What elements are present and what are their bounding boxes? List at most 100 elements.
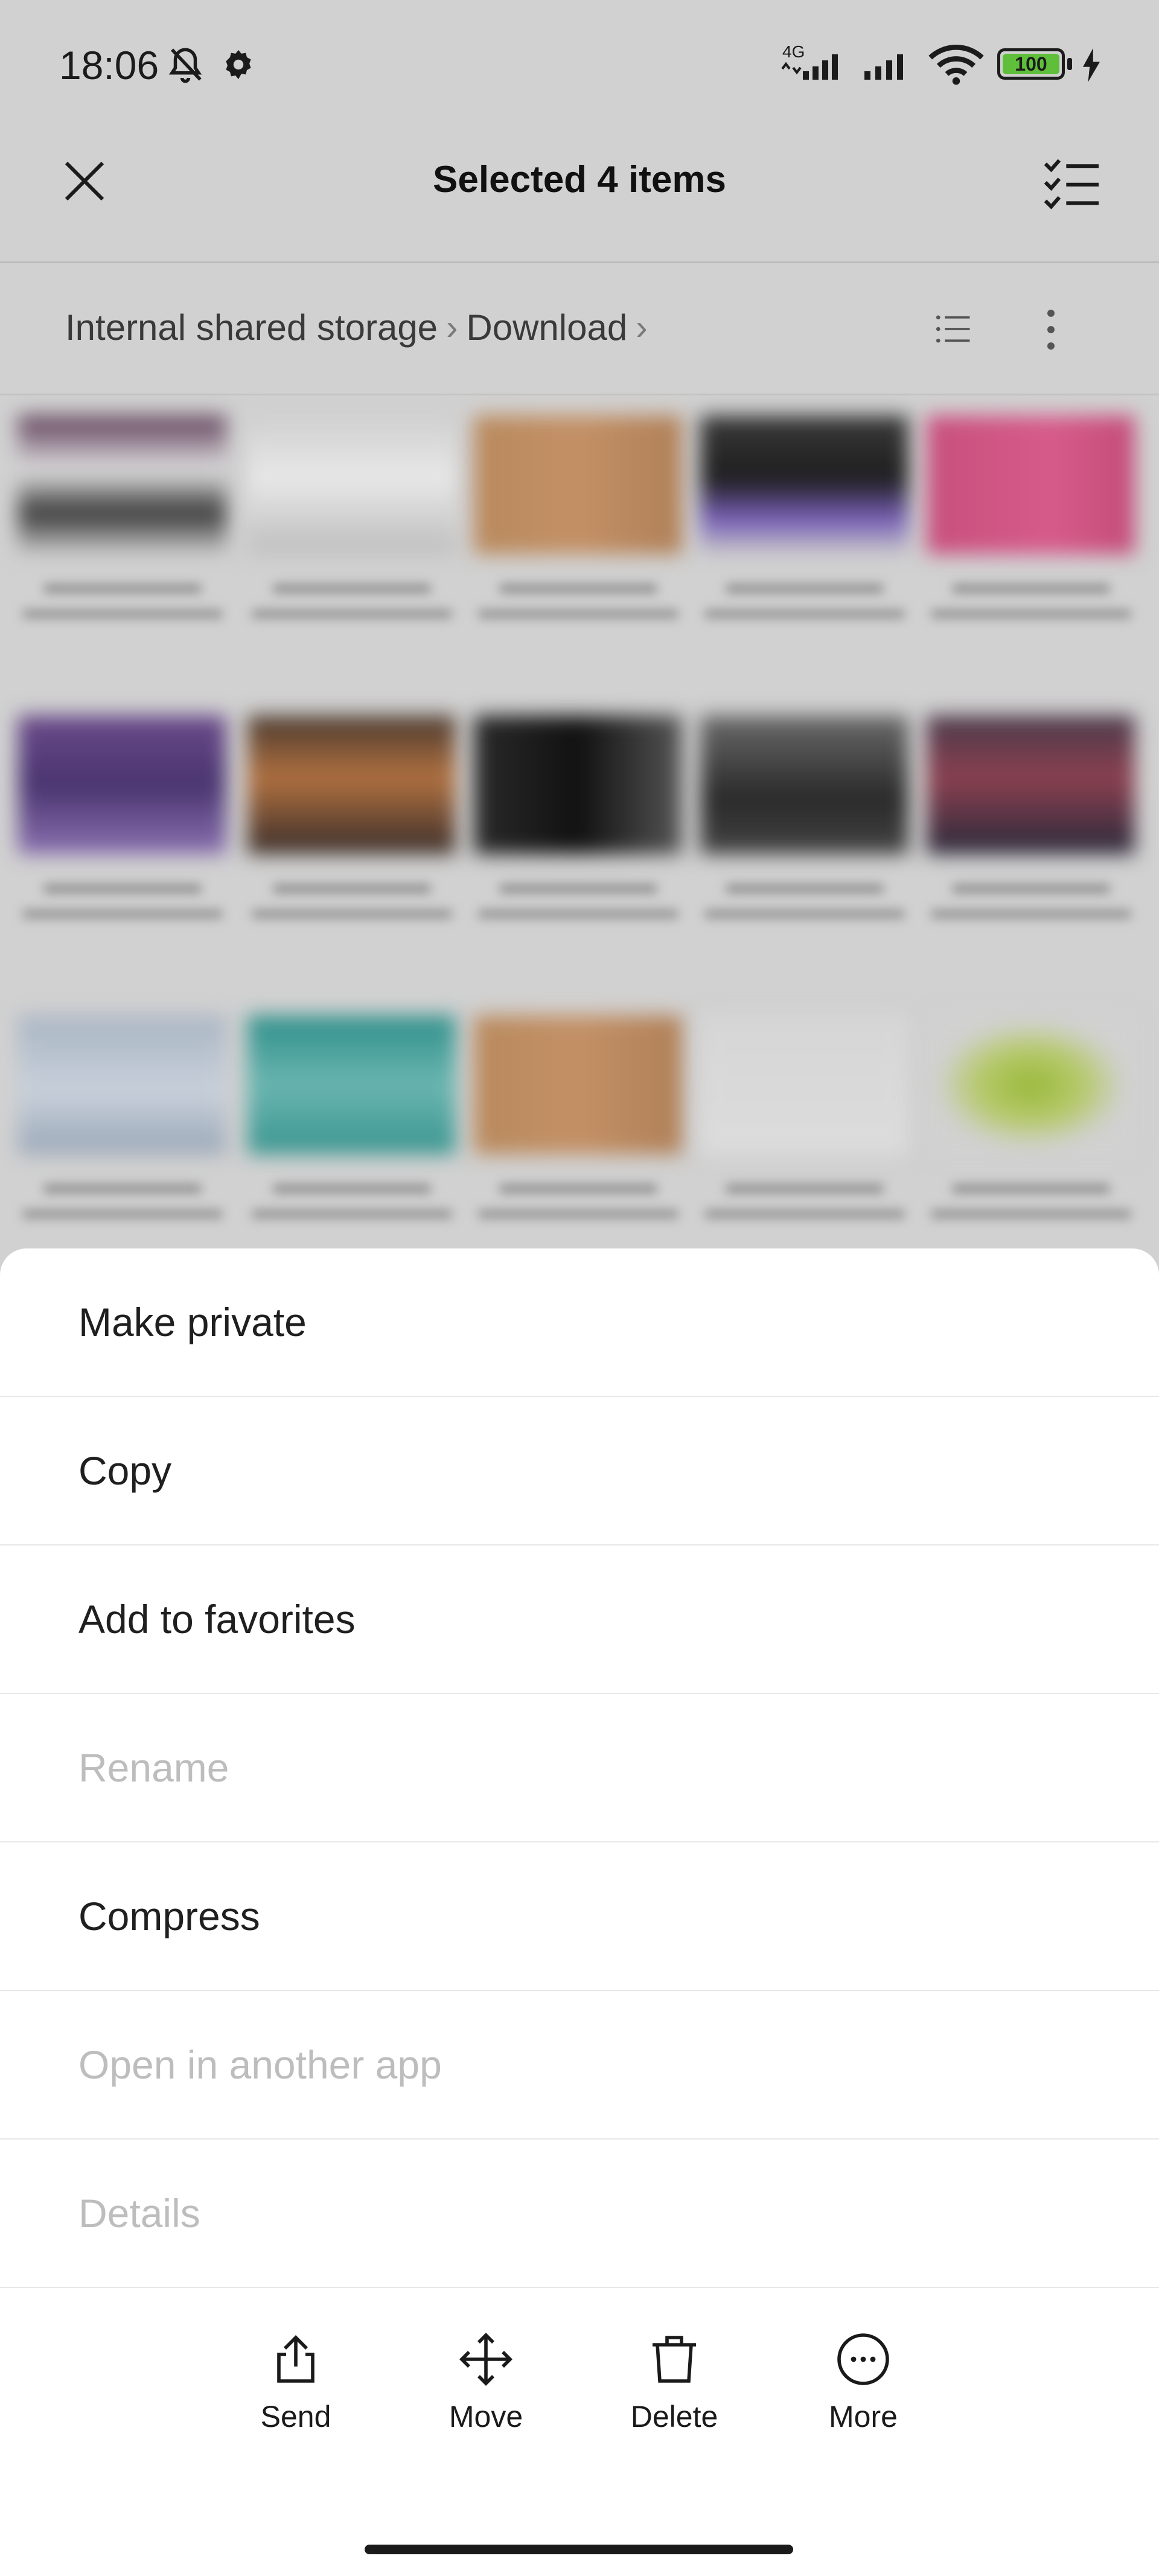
- file-item[interactable]: [700, 1015, 908, 1218]
- file-thumbnail: [247, 1015, 456, 1154]
- wifi-icon: [928, 45, 984, 85]
- status-bar: 18:06 4G 100: [0, 0, 1159, 127]
- file-caption: [931, 610, 1131, 618]
- file-item[interactable]: [247, 715, 456, 918]
- breadcrumb-item-download[interactable]: Download: [466, 307, 627, 348]
- file-caption: [499, 1184, 657, 1193]
- file-item[interactable]: [474, 1015, 682, 1218]
- file-caption: [704, 610, 904, 618]
- file-caption: [931, 1210, 1131, 1218]
- file-caption: [478, 610, 678, 618]
- file-thumbnail: [247, 715, 456, 854]
- file-thumbnail: [700, 1015, 908, 1154]
- file-grid: [0, 411, 1159, 1256]
- status-time: 18:06: [59, 43, 159, 88]
- file-caption: [931, 910, 1131, 918]
- file-item[interactable]: [247, 415, 456, 618]
- move-button[interactable]: Move: [407, 2330, 564, 2434]
- menu-item-open-in-another-app: Open in another app: [0, 1991, 1159, 2140]
- breadcrumb-item-storage[interactable]: Internal shared storage: [65, 307, 438, 348]
- divider: [0, 261, 1159, 263]
- file-item[interactable]: [18, 1015, 226, 1218]
- file-thumbnail: [18, 715, 226, 854]
- file-thumbnail: [474, 415, 682, 554]
- send-icon: [277, 2335, 314, 2383]
- file-caption: [22, 1210, 222, 1218]
- file-caption: [478, 1210, 678, 1218]
- file-thumbnail: [18, 1015, 226, 1154]
- file-caption: [273, 884, 430, 893]
- home-indicator[interactable]: [365, 2545, 793, 2554]
- file-thumbnail: [700, 715, 908, 854]
- menu-item-rename: Rename: [0, 1694, 1159, 1843]
- more-button[interactable]: More: [785, 2330, 942, 2434]
- delete-icon: [653, 2336, 696, 2383]
- file-caption: [43, 1184, 201, 1193]
- file-caption: [726, 884, 883, 893]
- file-caption: [499, 584, 657, 593]
- file-caption: [43, 884, 201, 893]
- menu-item-compress[interactable]: Compress: [0, 1843, 1159, 1991]
- file-caption: [252, 610, 452, 618]
- file-item[interactable]: [18, 715, 226, 918]
- file-item[interactable]: [474, 715, 682, 918]
- menu-item-label: Make private: [78, 1300, 307, 1344]
- move-label: Move: [449, 2400, 523, 2434]
- send-label: Send: [260, 2400, 331, 2434]
- file-caption: [478, 910, 678, 918]
- file-caption: [22, 910, 222, 918]
- file-caption: [252, 1210, 452, 1218]
- file-item[interactable]: [18, 415, 226, 618]
- file-caption: [252, 910, 452, 918]
- file-item[interactable]: [927, 1015, 1135, 1218]
- more-label: More: [829, 2400, 898, 2434]
- file-thumbnail: [247, 415, 456, 554]
- page-title: Selected 4 items: [433, 159, 726, 200]
- breadcrumb: Internal shared storage › Download ›: [65, 307, 656, 348]
- send-button[interactable]: Send: [217, 2330, 374, 2434]
- battery-tip: [1067, 58, 1072, 70]
- file-caption: [952, 1184, 1110, 1193]
- file-item[interactable]: [247, 1015, 456, 1218]
- file-item[interactable]: [474, 415, 682, 618]
- file-caption: [952, 884, 1110, 893]
- menu-item-label: Open in another app: [78, 2042, 442, 2087]
- menu-item-make-private[interactable]: Make private: [0, 1248, 1159, 1397]
- bottom-action-bar: Send Move Delete More: [0, 2330, 1159, 2487]
- file-thumbnail: [927, 415, 1135, 554]
- file-item[interactable]: [700, 715, 908, 918]
- chevron-right-icon: ›: [446, 308, 458, 347]
- move-icon: [459, 2333, 512, 2386]
- battery-level: 100: [1003, 54, 1059, 74]
- menu-item-details: Details: [0, 2140, 1159, 2288]
- file-thumbnail: [474, 715, 682, 854]
- file-caption: [952, 584, 1110, 593]
- file-caption: [726, 1184, 883, 1193]
- menu-item-copy[interactable]: Copy: [0, 1397, 1159, 1545]
- more-vert-icon[interactable]: [1031, 307, 1071, 353]
- menu-item-label: Add to favorites: [78, 1597, 356, 1641]
- file-caption: [273, 584, 430, 593]
- charging-icon: [1083, 48, 1100, 82]
- menu-item-label: Details: [78, 2191, 200, 2236]
- chevron-right-icon: ›: [636, 308, 648, 347]
- file-item[interactable]: [927, 415, 1135, 618]
- file-thumbnail: [18, 415, 226, 554]
- battery-icon: 100: [997, 48, 1065, 80]
- file-caption: [704, 1210, 904, 1218]
- divider: [0, 394, 1159, 395]
- file-caption: [273, 1184, 430, 1193]
- more-icon: [837, 2333, 889, 2385]
- file-caption: [43, 584, 201, 593]
- menu-item-add-to-favorites[interactable]: Add to favorites: [0, 1545, 1159, 1694]
- list-view-icon[interactable]: [933, 309, 973, 349]
- delete-button[interactable]: Delete: [596, 2330, 753, 2434]
- file-thumbnail: [474, 1015, 682, 1154]
- file-item[interactable]: [700, 415, 908, 618]
- delete-label: Delete: [630, 2400, 718, 2434]
- signal-icon: [781, 54, 838, 80]
- file-item[interactable]: [927, 715, 1135, 918]
- file-caption: [499, 884, 657, 893]
- file-caption: [704, 910, 904, 918]
- file-thumbnail: [927, 1015, 1135, 1154]
